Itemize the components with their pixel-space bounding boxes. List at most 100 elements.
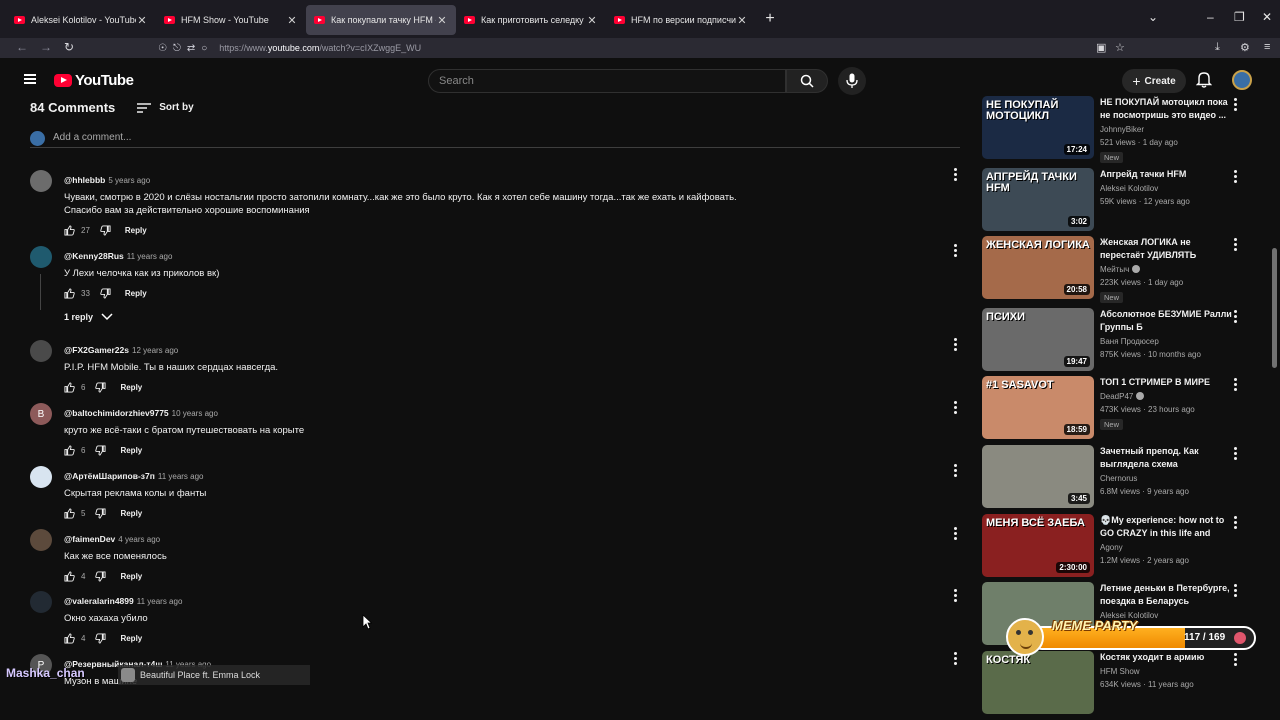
- channel-name[interactable]: Chernorus: [1100, 474, 1137, 483]
- recommended-video[interactable]: НЕ ПОКУПАЙ МОТОЦИКЛ 17:24 НЕ ПОКУПАЙ мотоц…: [980, 96, 1250, 163]
- account-avatar[interactable]: [1232, 70, 1252, 90]
- browser-tab[interactable]: HFM по версии подписчиков✕: [606, 5, 756, 35]
- video-title[interactable]: 💀My experience: how not to GO CRAZY in t…: [1100, 514, 1234, 540]
- tab-close-icon[interactable]: ✕: [736, 14, 748, 27]
- video-more-icon[interactable]: [1234, 238, 1238, 253]
- recommended-video[interactable]: АПГРЕЙД ТАЧКИ HFM 3:02 Апгрейд тачки HFM Al…: [980, 168, 1250, 232]
- youtube-logo[interactable]: YouTube: [54, 72, 134, 89]
- extensions-icon[interactable]: ⚙: [1240, 41, 1250, 54]
- tab-close-icon[interactable]: ✕: [436, 14, 448, 27]
- commenter-avatar[interactable]: [30, 529, 52, 551]
- comment-time[interactable]: 11 years ago: [158, 472, 204, 481]
- channel-name[interactable]: Мейтыч: [1100, 265, 1129, 274]
- comment-time[interactable]: 4 years ago: [118, 535, 160, 544]
- video-title[interactable]: НЕ ПОКУПАЙ мотоцикл пока не посмотришь э…: [1100, 96, 1234, 122]
- voice-search-button[interactable]: [838, 67, 866, 95]
- comment-time[interactable]: 12 years ago: [132, 346, 178, 355]
- comment-time[interactable]: 11 years ago: [127, 252, 173, 261]
- hamburger-menu-icon[interactable]: [24, 74, 36, 84]
- thumbs-up-icon[interactable]: [64, 633, 75, 644]
- channel-name[interactable]: Aleksei Kolotilov: [1100, 184, 1158, 193]
- video-title[interactable]: Женская ЛОГИКА не перестаёт УДИВЛЯТЬ: [1100, 236, 1234, 262]
- comment-author[interactable]: @Kenny28Rus: [64, 251, 124, 261]
- notifications-bell-icon[interactable]: [1196, 70, 1212, 88]
- video-more-icon[interactable]: [1234, 516, 1238, 531]
- comment-time[interactable]: 11 years ago: [137, 597, 183, 606]
- recommended-video[interactable]: ПСИХИ 19:47 Абсолютное БЕЗУМИЕ Ралли Групп…: [980, 308, 1250, 372]
- new-tab-button[interactable]: +: [758, 7, 782, 31]
- video-thumbnail[interactable]: 3:45: [982, 445, 1094, 508]
- browser-tab[interactable]: HFM Show - YouTube ✕: [156, 5, 306, 35]
- video-more-icon[interactable]: [1234, 98, 1238, 113]
- video-thumbnail[interactable]: #1 sasavot 18:59: [982, 376, 1094, 439]
- address-bar[interactable]: ☉⎋⇄○ https://www. youtube.com/watch?v=cIX…: [158, 39, 1138, 57]
- commenter-avatar[interactable]: B: [30, 403, 52, 425]
- picture-in-picture-icon[interactable]: ▣: [1096, 41, 1106, 54]
- thumbs-down-icon[interactable]: [100, 288, 111, 299]
- video-title[interactable]: Летние деньки в Петербурге, поездка в Бе…: [1100, 582, 1234, 608]
- forward-arrow-icon[interactable]: →: [40, 40, 52, 54]
- recommended-video[interactable]: ЖЕНСКАЯ ЛОГИКА 20:58 Женская ЛОГИКА не пер…: [980, 236, 1250, 303]
- thumbs-down-icon[interactable]: [100, 225, 111, 236]
- thumbs-up-icon[interactable]: [64, 508, 75, 519]
- video-thumbnail[interactable]: НЕ ПОКУПАЙ МОТОЦИКЛ 17:24: [982, 96, 1094, 159]
- tab-close-icon[interactable]: ✕: [586, 14, 598, 27]
- comment-more-icon[interactable]: [954, 168, 958, 183]
- comment-time[interactable]: 10 years ago: [172, 409, 218, 418]
- comment-more-icon[interactable]: [954, 527, 958, 542]
- comment-author[interactable]: @FX2Gamer22s: [64, 345, 129, 355]
- video-thumbnail[interactable]: КОСТЯК: [982, 651, 1094, 714]
- recommended-video[interactable]: 3:45 Зачетный препод. Как выглядела схема…: [980, 445, 1250, 509]
- comment-more-icon[interactable]: [954, 244, 958, 259]
- minimize-button[interactable]: –: [1207, 10, 1214, 24]
- video-more-icon[interactable]: [1234, 447, 1238, 462]
- channel-name[interactable]: Ваня Продюсер: [1100, 337, 1159, 346]
- channel-name[interactable]: JohnnyBiker: [1100, 125, 1144, 134]
- tab-close-icon[interactable]: ✕: [136, 14, 148, 27]
- comment-more-icon[interactable]: [954, 464, 958, 479]
- downloads-icon[interactable]: ⤓: [1215, 41, 1220, 54]
- video-title[interactable]: Зачетный препод. Как выглядела схема: [1100, 445, 1234, 471]
- add-comment-input[interactable]: Add a comment...: [30, 131, 960, 148]
- commenter-avatar[interactable]: [30, 170, 52, 192]
- channel-name[interactable]: HFM Show: [1100, 667, 1140, 676]
- video-thumbnail[interactable]: ПСИХИ 19:47: [982, 308, 1094, 371]
- video-more-icon[interactable]: [1234, 170, 1238, 185]
- comment-more-icon[interactable]: [954, 401, 958, 416]
- channel-name[interactable]: Agony: [1100, 543, 1123, 552]
- comment-author[interactable]: @valeralarin4899: [64, 596, 134, 606]
- reply-button[interactable]: Reply: [125, 289, 147, 298]
- comment-author[interactable]: @АртёмШарипов-з7п: [64, 471, 155, 481]
- commenter-avatar[interactable]: [30, 340, 52, 362]
- video-thumbnail[interactable]: АПГРЕЙД ТАЧКИ HFM 3:02: [982, 168, 1094, 231]
- video-thumbnail[interactable]: ЖЕНСКАЯ ЛОГИКА 20:58: [982, 236, 1094, 299]
- browser-tab[interactable]: Как приготовить селедку под шубой✕: [456, 5, 606, 35]
- reply-button[interactable]: Reply: [120, 572, 142, 581]
- thumbs-up-icon[interactable]: [64, 225, 75, 236]
- close-window-button[interactable]: ✕: [1262, 10, 1272, 24]
- page-scrollbar[interactable]: [1272, 248, 1277, 368]
- reply-button[interactable]: Reply: [120, 446, 142, 455]
- back-arrow-icon[interactable]: ←: [16, 40, 28, 54]
- video-title[interactable]: Апгрейд тачки HFM: [1100, 168, 1234, 181]
- thumbs-up-icon[interactable]: [64, 382, 75, 393]
- browser-tab[interactable]: Aleksei Kolotilov - YouTube ✕: [6, 5, 156, 35]
- reply-button[interactable]: Reply: [120, 634, 142, 643]
- thumbs-up-icon[interactable]: [64, 445, 75, 456]
- video-more-icon[interactable]: [1234, 310, 1238, 325]
- comment-more-icon[interactable]: [954, 338, 958, 353]
- reply-button[interactable]: Reply: [125, 226, 147, 235]
- commenter-avatar[interactable]: [30, 466, 52, 488]
- comment-author[interactable]: @hhlebbb: [64, 175, 105, 185]
- comment-author[interactable]: @faimenDev: [64, 534, 115, 544]
- thumbs-down-icon[interactable]: [95, 633, 106, 644]
- thumbs-down-icon[interactable]: [95, 571, 106, 582]
- maximize-button[interactable]: ❐: [1234, 10, 1245, 24]
- show-replies-button[interactable]: 1 reply: [64, 312, 113, 322]
- thumbs-down-icon[interactable]: [95, 508, 106, 519]
- browser-tab[interactable]: Как покупали тачку HFM - YouTube✕: [306, 5, 456, 35]
- search-input[interactable]: Search: [428, 69, 786, 93]
- create-button[interactable]: + Create: [1122, 69, 1186, 93]
- video-thumbnail[interactable]: МЕНЯ ВСЁ ЗАЕБА 2:30:00: [982, 514, 1094, 577]
- recommended-video[interactable]: МЕНЯ ВСЁ ЗАЕБА 2:30:00 💀My experience: how…: [980, 514, 1250, 578]
